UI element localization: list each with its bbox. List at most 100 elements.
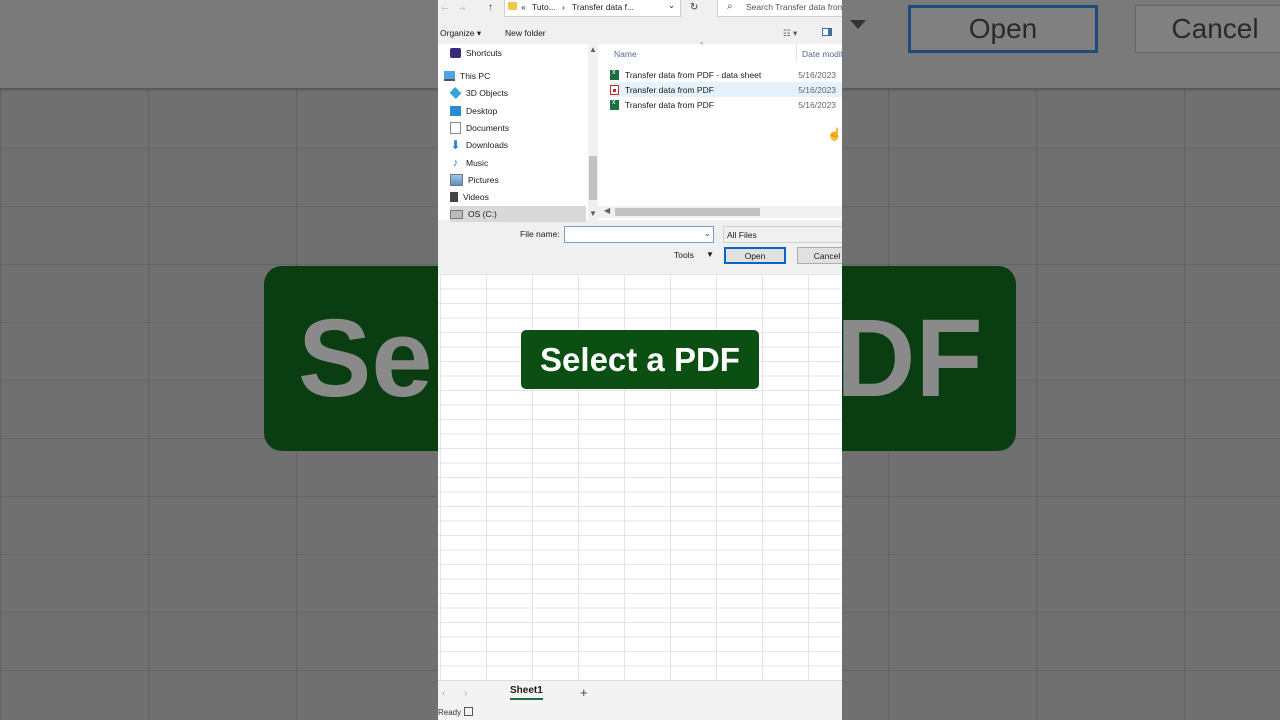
tree-item-label: 3D Objects xyxy=(466,88,509,98)
tree-item-label: Pictures xyxy=(468,175,499,185)
search-box[interactable]: ⌕ Search Transfer data from PDF xyxy=(717,0,842,17)
file-type-filter[interactable]: All Files xyxy=(723,226,842,243)
file-date: 5/16/2023 xyxy=(798,99,837,110)
refresh-icon[interactable]: ↻ xyxy=(690,2,698,13)
background-banner-right: DF xyxy=(836,297,983,420)
address-bar[interactable]: « Tuto... › Transfer data f... ⌄ xyxy=(504,0,681,17)
tree-item-music[interactable]: ♪ Music xyxy=(450,155,586,171)
tree-item-pictures[interactable]: Pictures xyxy=(450,172,586,188)
tree-item-label: OS (C:) xyxy=(468,209,497,219)
previous-sheet-icon[interactable]: ‹ xyxy=(442,688,445,699)
status-bar: Ready xyxy=(438,706,842,720)
tools-dropdown-icon[interactable]: ▼ xyxy=(706,250,714,259)
view-options-icon[interactable]: ☷ ▾ xyxy=(783,28,797,39)
tree-item-documents[interactable]: Documents xyxy=(450,120,586,136)
search-placeholder: Search Transfer data from PDF xyxy=(746,2,842,12)
status-text: Ready xyxy=(438,708,462,717)
file-name-input[interactable] xyxy=(564,226,714,243)
address-dropdown-icon[interactable]: ⌄ xyxy=(668,0,675,11)
open-button[interactable]: Open xyxy=(724,247,786,264)
tree-scrollbar[interactable]: ▲ ▼ xyxy=(588,44,598,220)
preview-pane-icon[interactable] xyxy=(822,28,832,36)
file-list-scrollbar[interactable]: ◀ xyxy=(598,206,842,218)
tree-item-desktop[interactable]: Desktop xyxy=(450,103,586,119)
excel-file-icon xyxy=(610,99,619,110)
pdf-file-icon xyxy=(610,84,619,95)
tree-scroll-thumb[interactable] xyxy=(589,156,597,200)
breadcrumb-separator: › xyxy=(562,2,565,12)
organize-button[interactable]: Organize ▾ xyxy=(440,28,481,39)
scroll-left-icon[interactable]: ◀ xyxy=(604,206,610,215)
tree-item-label: Documents xyxy=(466,123,509,133)
column-header-date[interactable]: Date modified xyxy=(802,49,842,59)
background-banner-left: Se xyxy=(298,297,433,420)
select-pdf-banner: Select a PDF xyxy=(521,330,759,389)
background-dropdown-arrow xyxy=(850,20,866,29)
sheet-tab-sheet1[interactable]: Sheet1 xyxy=(510,685,543,700)
file-list-scroll-thumb[interactable] xyxy=(615,208,760,216)
tree-item-os-c[interactable]: OS (C:) xyxy=(450,206,586,222)
file-row[interactable]: Transfer data from PDF 5/16/2023 xyxy=(610,97,842,112)
document-icon xyxy=(450,122,461,134)
forward-icon[interactable]: → xyxy=(457,2,467,13)
scroll-up-icon[interactable]: ▲ xyxy=(589,45,597,54)
download-icon: ⬇ xyxy=(450,138,461,152)
next-sheet-icon[interactable]: › xyxy=(464,688,467,699)
file-date: 5/16/2023 xyxy=(798,69,837,80)
file-name-dropdown-icon[interactable]: ⌄ xyxy=(704,229,711,238)
file-row[interactable]: Transfer data from PDF 5/16/2023 xyxy=(610,82,842,97)
sheet-tabs-bar: ‹ › Sheet1 + xyxy=(438,680,842,707)
tree-item-label: Shortcuts xyxy=(466,48,502,58)
address-prefix: « xyxy=(521,2,526,12)
tree-item-label: Desktop xyxy=(466,106,498,116)
file-date: 5/16/2023 xyxy=(798,84,837,95)
tree-item-label: Downloads xyxy=(466,140,509,150)
tree-item-this-pc[interactable]: This PC xyxy=(444,68,580,84)
music-icon: ♪ xyxy=(452,157,459,169)
column-header-name[interactable]: Name xyxy=(614,49,637,59)
column-divider[interactable] xyxy=(796,44,797,62)
cancel-button[interactable]: Cancel xyxy=(797,247,842,264)
breadcrumb-tutorials[interactable]: Tuto... xyxy=(532,2,556,12)
navigation-tree: Shortcuts This PC 3D Objects Desktop Doc… xyxy=(438,44,598,222)
folder-icon xyxy=(508,2,517,10)
tree-item-label: Videos xyxy=(463,192,489,202)
drive-icon xyxy=(450,209,463,219)
central-panel: ← → ↑ « Tuto... › Transfer data f... ⌄ ↻… xyxy=(438,0,842,720)
tree-item-3d-objects[interactable]: 3D Objects xyxy=(449,85,586,101)
file-row[interactable]: Transfer data from PDF - data sheet 5/16… xyxy=(610,67,842,82)
open-file-dialog: ← → ↑ « Tuto... › Transfer data f... ⌄ ↻… xyxy=(438,0,842,275)
sort-indicator-icon: ^ xyxy=(700,42,704,49)
file-list: ^ Name Date modified Transfer data from … xyxy=(598,42,842,220)
computer-icon xyxy=(444,71,455,81)
excel-file-icon xyxy=(610,69,619,80)
file-name: Transfer data from PDF xyxy=(624,84,714,95)
file-name-label: File name: xyxy=(520,229,560,239)
tree-item-label: Music xyxy=(466,158,489,168)
tree-item-shortcuts[interactable]: Shortcuts xyxy=(450,45,586,61)
shortcuts-icon xyxy=(450,48,461,58)
cube-icon xyxy=(449,87,462,99)
navigation-bar: ← → ↑ « Tuto... › Transfer data f... ⌄ ↻… xyxy=(438,0,842,18)
desktop-icon xyxy=(450,106,461,116)
file-name: Transfer data from PDF xyxy=(624,99,714,110)
tree-item-label: This PC xyxy=(460,71,491,81)
tools-menu[interactable]: Tools xyxy=(674,250,694,260)
pictures-icon xyxy=(450,174,463,186)
background-cancel-button: Cancel xyxy=(1135,5,1280,53)
search-icon: ⌕ xyxy=(727,1,733,12)
scroll-down-icon[interactable]: ▼ xyxy=(589,209,597,218)
file-name: Transfer data from PDF - data sheet xyxy=(624,69,762,80)
dialog-toolbar: Organize ▾ New folder ☷ ▾ xyxy=(438,24,842,42)
up-icon[interactable]: ↑ xyxy=(488,2,493,13)
mouse-cursor-icon: ☝ xyxy=(827,127,842,141)
background-open-button: Open xyxy=(908,5,1098,53)
video-icon xyxy=(450,192,458,202)
back-icon[interactable]: ← xyxy=(440,2,450,13)
add-sheet-button[interactable]: + xyxy=(580,685,588,700)
accessibility-icon[interactable] xyxy=(464,707,473,716)
breadcrumb-current[interactable]: Transfer data f... xyxy=(572,2,634,12)
tree-item-videos[interactable]: Videos xyxy=(450,189,586,205)
new-folder-button[interactable]: New folder xyxy=(505,28,546,38)
tree-item-downloads[interactable]: ⬇ Downloads xyxy=(450,137,586,153)
